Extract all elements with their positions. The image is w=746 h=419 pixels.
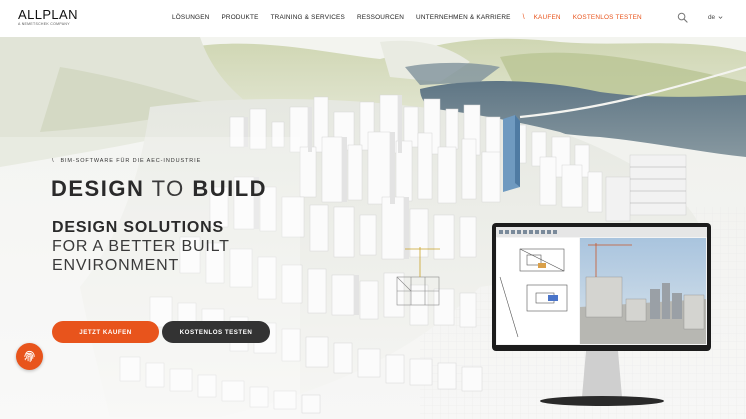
nav-item-loesungen[interactable]: LÖSUNGEN [172, 14, 209, 21]
logo-tagline: A NEMETSCHEK COMPANY [18, 22, 70, 26]
headline-build: BUILD [192, 176, 268, 201]
cookie-consent-button[interactable] [16, 343, 43, 370]
chevron-down-icon [718, 16, 723, 19]
search-icon[interactable] [677, 12, 688, 23]
hero-eyebrow: \ BIM-SOFTWARE FÜR DIE AEC-INDUSTRIE [52, 158, 201, 164]
hero-subheadline-line2: FOR A BETTER BUILT [52, 238, 230, 255]
site-header: ALLPLAN A NEMETSCHEK COMPANY LÖSUNGEN PR… [0, 0, 746, 37]
nav-item-kostenlos-testen[interactable]: KOSTENLOS TESTEN [573, 14, 642, 21]
language-label: de [708, 14, 716, 21]
language-selector[interactable]: de [708, 14, 723, 21]
hero-section: \ BIM-SOFTWARE FÜR DIE AEC-INDUSTRIE DESI… [0, 37, 746, 419]
logo-wordmark: ALLPLAN [18, 7, 78, 22]
eyebrow-mark: \ [52, 158, 55, 164]
fingerprint-icon [24, 350, 35, 363]
headline-design: DESIGN [51, 176, 145, 201]
nav-separator: \ [522, 14, 525, 21]
nav-item-kaufen[interactable]: KAUFEN [534, 14, 561, 21]
kostenlos-testen-button[interactable]: KOSTENLOS TESTEN [162, 321, 270, 343]
eyebrow-text: BIM-SOFTWARE FÜR DIE AEC-INDUSTRIE [60, 158, 202, 164]
jetzt-kaufen-button[interactable]: JETZT KAUFEN [52, 321, 159, 343]
hero-headline: DESIGN TO BUILD [51, 176, 267, 202]
main-navigation: LÖSUNGEN PRODUKTE TRAINING & SERVICES RE… [172, 14, 654, 21]
nav-item-unternehmen-karriere[interactable]: UNTERNEHMEN & KARRIERE [416, 14, 511, 21]
headline-to: TO [151, 176, 185, 201]
nav-item-produkte[interactable]: PRODUKTE [221, 14, 258, 21]
hero-subheadline-line1: DESIGN SOLUTIONS [52, 219, 224, 236]
hero-subheadline-line3: ENVIRONMENT [52, 257, 180, 274]
nav-item-training-services[interactable]: TRAINING & SERVICES [271, 14, 345, 21]
nav-item-ressourcen[interactable]: RESSOURCEN [357, 14, 404, 21]
allplan-logo[interactable]: ALLPLAN A NEMETSCHEK COMPANY [18, 8, 78, 27]
